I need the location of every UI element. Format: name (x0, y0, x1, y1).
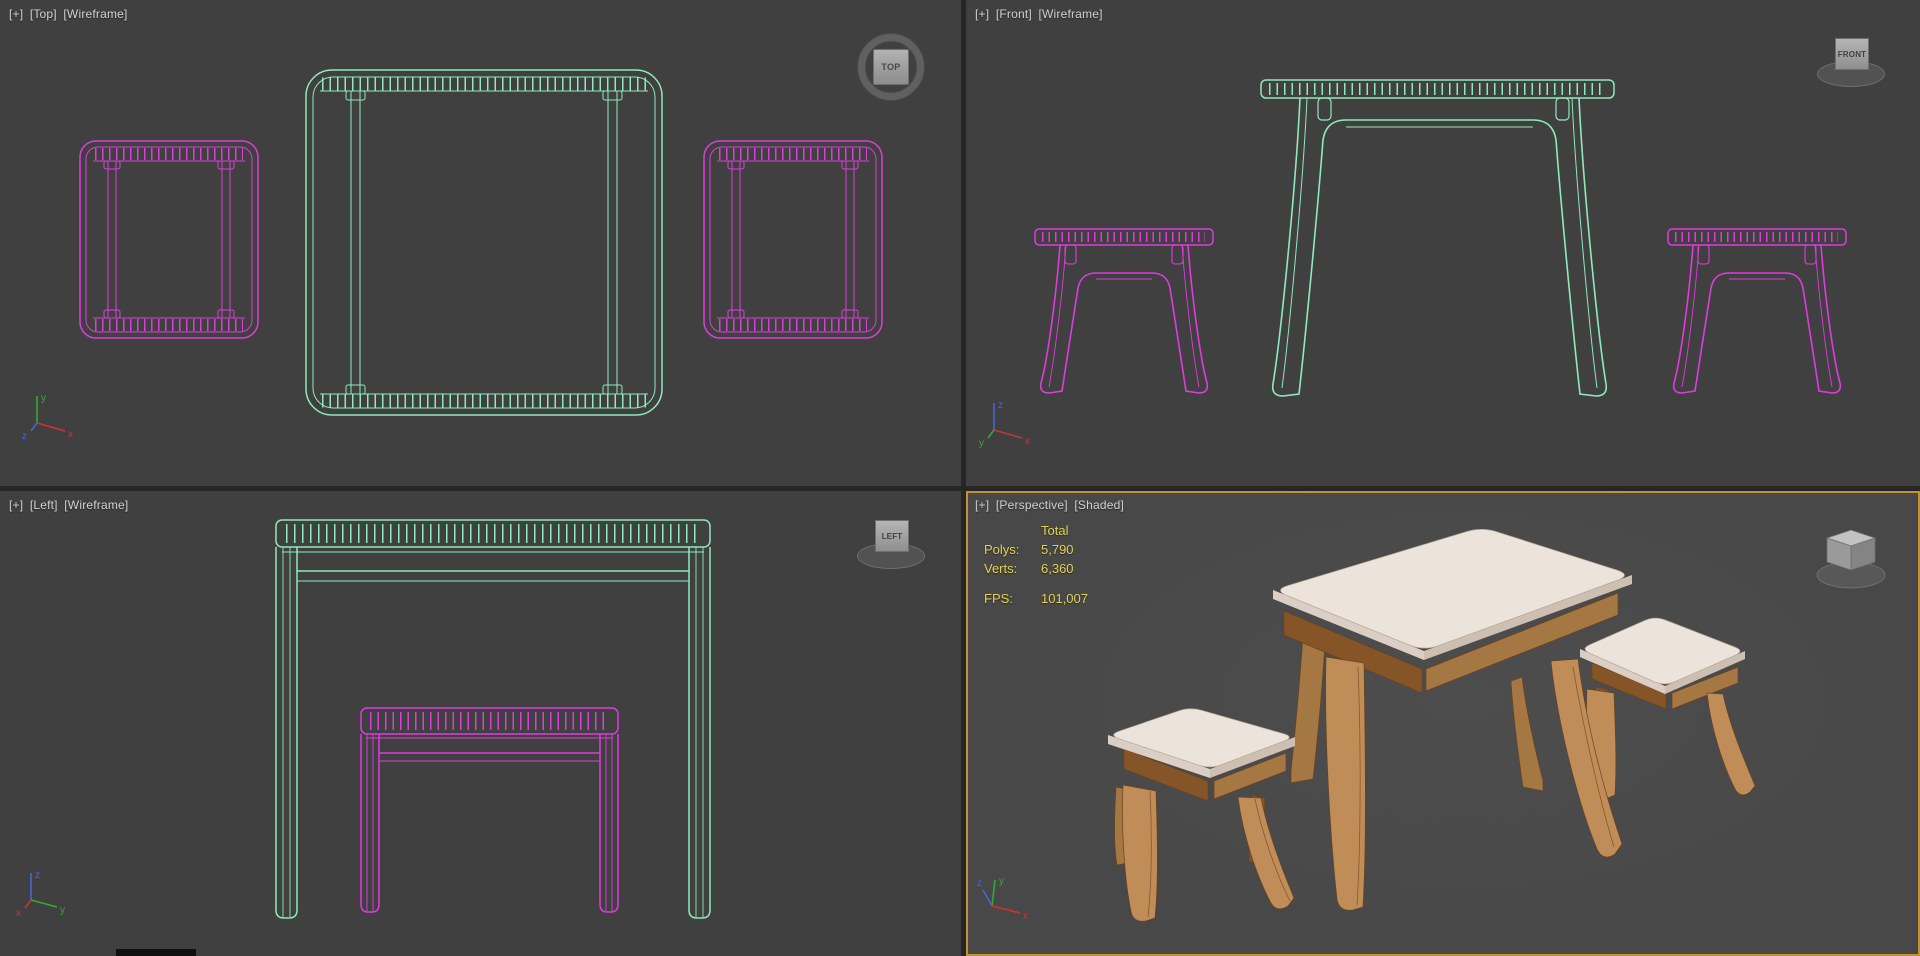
viewcube-face-label: TOP (881, 62, 901, 72)
viewcube-face-label: LEFT (881, 531, 903, 541)
stats-fps-label: FPS: (984, 591, 1013, 606)
viewport-shading-menu[interactable]: [Wireframe] (63, 7, 127, 21)
viewport-shading-menu[interactable]: [Shaded] (1074, 498, 1124, 512)
stats-polys-value: 5,790 (1041, 542, 1074, 557)
svg-text:z: z (22, 431, 27, 441)
svg-text:x: x (1025, 436, 1030, 447)
svg-text:x: x (16, 908, 21, 918)
stats-polys-label: Polys: (984, 542, 1020, 557)
viewcube-top[interactable]: TOP (858, 34, 924, 100)
svg-text:y: y (41, 393, 46, 404)
viewport-perspective[interactable]: [+] [Perspective] [Shaded] Total Polys: … (966, 491, 1920, 956)
viewport-general-menu[interactable]: [+] (975, 7, 989, 21)
world-axis-gizmo: y x z (977, 876, 1028, 922)
viewcube-face-label: FRONT (1837, 49, 1867, 59)
viewcube-face[interactable]: LEFT (875, 520, 909, 552)
stool-wireframe-front-view-left[interactable] (1035, 229, 1213, 393)
stats-fps-row: FPS: 101,007 (984, 589, 1088, 608)
world-axis-gizmo: z y x (16, 870, 65, 918)
viewcube-face[interactable]: TOP (873, 49, 909, 85)
viewport-top[interactable]: [+] [Top] [Wireframe] TOP y x z (0, 0, 961, 486)
stool-wireframe-left-view[interactable] (360, 707, 619, 913)
viewport-pov-menu[interactable]: [Left] (30, 498, 58, 512)
viewport-pov-menu[interactable]: [Front] (996, 7, 1032, 21)
viewcube-perspective[interactable] (1813, 522, 1889, 592)
svg-text:x: x (68, 429, 73, 440)
svg-text:x: x (1023, 911, 1028, 922)
viewport-label-top: [+] [Top] [Wireframe] (9, 7, 131, 21)
viewcube-front[interactable]: FRONT (1816, 33, 1886, 91)
world-axis-gizmo: y x z (22, 393, 73, 441)
viewport-layout: [+] [Top] [Wireframe] TOP y x z [+] [Fro… (0, 0, 1920, 956)
table-wireframe-front-view[interactable] (1260, 79, 1615, 397)
stats-verts-value: 6,360 (1041, 561, 1074, 576)
viewport-canvas-top[interactable] (0, 0, 961, 486)
stool-3d-right[interactable] (1580, 617, 1756, 799)
world-axis-gizmo: z x y (979, 400, 1030, 448)
svg-text:z: z (35, 870, 40, 881)
stats-polys-row: Polys: 5,790 (984, 540, 1088, 559)
stool-3d-left[interactable] (1108, 708, 1295, 922)
viewport-canvas-left[interactable] (0, 491, 961, 956)
table-wireframe-left-view[interactable] (275, 519, 711, 919)
viewport-pov-menu[interactable]: [Top] (30, 7, 57, 21)
viewport-pov-menu[interactable]: [Perspective] (996, 498, 1068, 512)
svg-text:y: y (60, 905, 65, 916)
svg-text:y: y (979, 438, 984, 448)
stats-verts-label: Verts: (984, 561, 1018, 576)
stool-wireframe-top-view-left[interactable] (80, 141, 258, 338)
viewcube-left[interactable]: LEFT (856, 515, 926, 573)
timeline-fragment (116, 949, 196, 956)
viewport-left[interactable]: [+] [Left] [Wireframe] LEFT z y x (0, 491, 961, 956)
viewport-general-menu[interactable]: [+] (9, 7, 23, 21)
stats-total-row: Total (984, 521, 1088, 540)
viewport-canvas-perspective[interactable] (966, 491, 1920, 956)
stool-wireframe-top-view-right[interactable] (704, 141, 882, 338)
svg-text:z: z (998, 400, 1003, 411)
viewport-shading-menu[interactable]: [Wireframe] (1038, 7, 1102, 21)
viewport-label-perspective: [+] [Perspective] [Shaded] (975, 498, 1127, 512)
viewcube-face[interactable]: FRONT (1835, 38, 1869, 70)
viewport-canvas-front[interactable] (966, 0, 1920, 486)
stats-verts-row: Verts: 6,360 (984, 559, 1088, 578)
svg-text:y: y (999, 876, 1004, 887)
stool-wireframe-front-view-right[interactable] (1668, 229, 1846, 393)
viewport-general-menu[interactable]: [+] (975, 498, 989, 512)
statistics-overlay: Total Polys: 5,790 Verts: 6,360 FPS: 101… (984, 521, 1088, 608)
viewport-label-left: [+] [Left] [Wireframe] (9, 498, 131, 512)
table-3d[interactable] (1273, 529, 1632, 911)
stats-fps-value: 101,007 (1041, 591, 1088, 606)
viewport-general-menu[interactable]: [+] (9, 498, 23, 512)
viewport-shading-menu[interactable]: [Wireframe] (64, 498, 128, 512)
stats-total-label: Total (1041, 523, 1069, 538)
svg-text:z: z (977, 878, 982, 889)
viewport-front[interactable]: [+] [Front] [Wireframe] FRONT z x y (966, 0, 1920, 486)
viewport-label-front: [+] [Front] [Wireframe] (975, 7, 1106, 21)
table-wireframe-top-view[interactable] (305, 69, 663, 416)
